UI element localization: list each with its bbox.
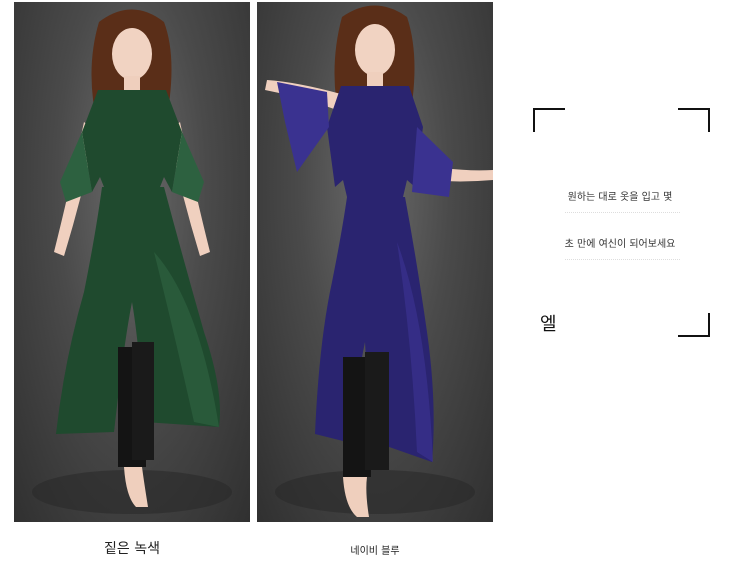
divider (565, 259, 680, 260)
frame-corner-bottom-right (678, 313, 710, 337)
frame-corner-top-left (533, 108, 565, 132)
frame-corner-top-right (678, 108, 710, 132)
product-color-page: 짙은 녹색 네이비 블루 원하는 대로 옷을 입고 몇 초 만에 여신이 되어보… (0, 0, 750, 586)
promo-line-2: 초 만에 여신이 되어보세요 (564, 239, 676, 250)
promo-line-1: 원하는 대로 옷을 입고 몇 (567, 192, 673, 203)
dress-top (327, 86, 423, 197)
product-photo-navy-blue[interactable] (257, 2, 493, 522)
brand-mark: 엘 (540, 314, 557, 335)
model-in-navy-dress-image (265, 5, 493, 517)
product-photo-dark-green[interactable] (14, 2, 250, 522)
model-in-green-dress-image (32, 9, 232, 514)
color-label-dark-green: 짙은 녹색 (104, 541, 160, 557)
divider (565, 212, 680, 213)
color-label-navy-blue: 네이비 블루 (350, 546, 400, 557)
dress-top (82, 90, 182, 192)
